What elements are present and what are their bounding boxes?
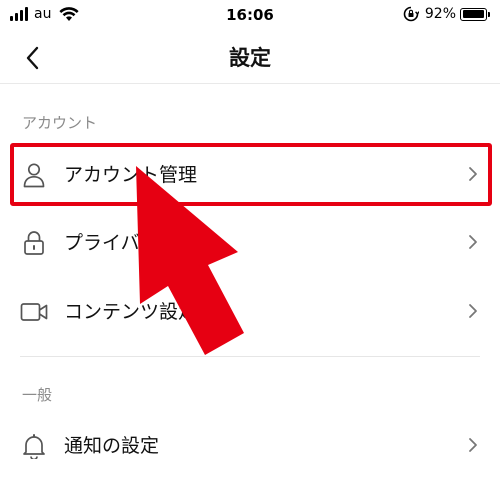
status-right: 92% [403,6,490,22]
list-item-privacy-settings[interactable]: プライバシー設定 [0,211,500,273]
list-item-notification-settings[interactable]: 通知の設定 [0,414,500,476]
list-item-label: プライバシー設定 [64,232,216,254]
section-header-account: アカウント [22,114,98,132]
section-header-general: 一般 [22,386,53,404]
status-bar: au 16:06 92% [0,0,500,32]
lock-icon [20,229,48,257]
list-item-label: 通知の設定 [64,435,160,457]
settings-screen: au 16:06 92% 設定 アカウント アカウント管理 プライバシー設定 コ… [0,0,500,478]
orientation-lock-icon [403,6,419,22]
battery-percent: 92% [424,6,456,22]
list-item-label: コンテンツ設定 [64,301,198,323]
bell-icon [20,432,48,460]
battery-icon [460,7,487,21]
chevron-right-icon [469,438,477,452]
highlight-box [10,143,492,206]
chevron-right-icon [469,304,477,318]
list-item-content-settings[interactable]: コンテンツ設定 [0,280,500,342]
page-title: 設定 [229,46,271,70]
video-camera-icon [20,298,48,326]
section-divider [20,356,480,357]
chevron-right-icon [469,235,477,249]
navigation-header: 設定 [0,32,500,84]
